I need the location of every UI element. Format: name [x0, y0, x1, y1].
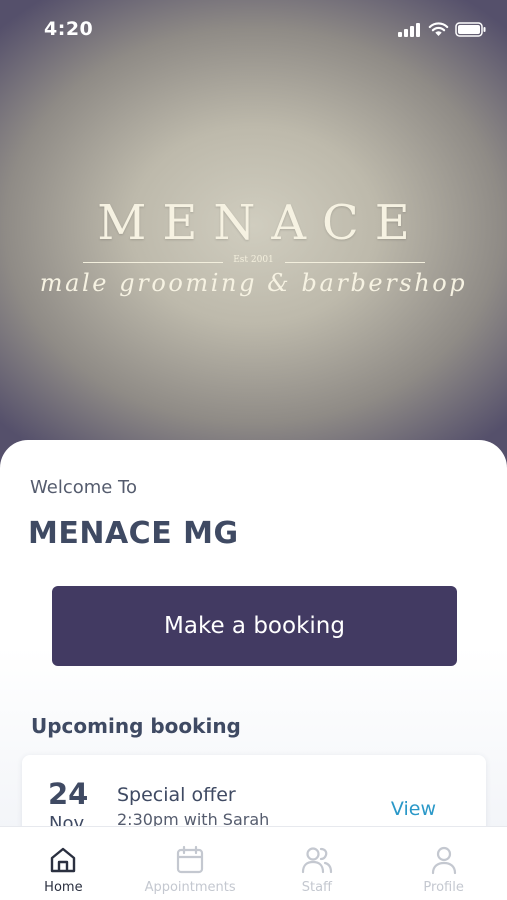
make-booking-button[interactable]: Make a booking	[52, 586, 457, 666]
staff-icon	[300, 843, 334, 877]
cellular-signal-icon	[398, 22, 420, 37]
tab-home-label: Home	[44, 880, 83, 895]
bottom-tab-bar: Home Appointments Staff Profile	[0, 826, 507, 900]
logo-wordmark: MENACE	[97, 195, 426, 251]
business-name: MENACE MG	[28, 516, 239, 551]
tab-staff[interactable]: Staff	[254, 827, 381, 900]
wifi-icon	[428, 22, 449, 36]
tab-staff-label: Staff	[301, 880, 333, 895]
booking-day: 24	[48, 777, 89, 811]
hero-banner: 4:20 MENACE Est 2001 male grooming & bar…	[0, 0, 507, 470]
upcoming-booking-heading: Upcoming booking	[31, 714, 241, 738]
status-icons	[398, 22, 487, 37]
logo-divider: Est 2001	[0, 255, 507, 269]
shop-logo: MENACE Est 2001 male grooming & barbersh…	[0, 195, 507, 297]
view-booking-link[interactable]: View	[391, 798, 436, 820]
battery-icon	[455, 22, 486, 37]
status-bar: 4:20	[0, 0, 507, 60]
logo-tagline: male grooming & barbershop	[39, 269, 468, 297]
tab-appointments[interactable]: Appointments	[127, 827, 254, 900]
welcome-label: Welcome To	[30, 477, 138, 498]
tab-profile-label: Profile	[423, 880, 464, 895]
profile-icon	[427, 843, 461, 877]
logo-established: Est 2001	[233, 255, 274, 265]
home-icon	[46, 843, 80, 877]
tab-profile[interactable]: Profile	[380, 827, 507, 900]
logo-rule-right	[285, 262, 425, 263]
tab-appointments-label: Appointments	[144, 880, 236, 895]
calendar-icon	[173, 843, 207, 877]
booking-title: Special offer	[117, 784, 236, 806]
status-time: 4:20	[44, 18, 94, 40]
tab-home[interactable]: Home	[0, 827, 127, 900]
